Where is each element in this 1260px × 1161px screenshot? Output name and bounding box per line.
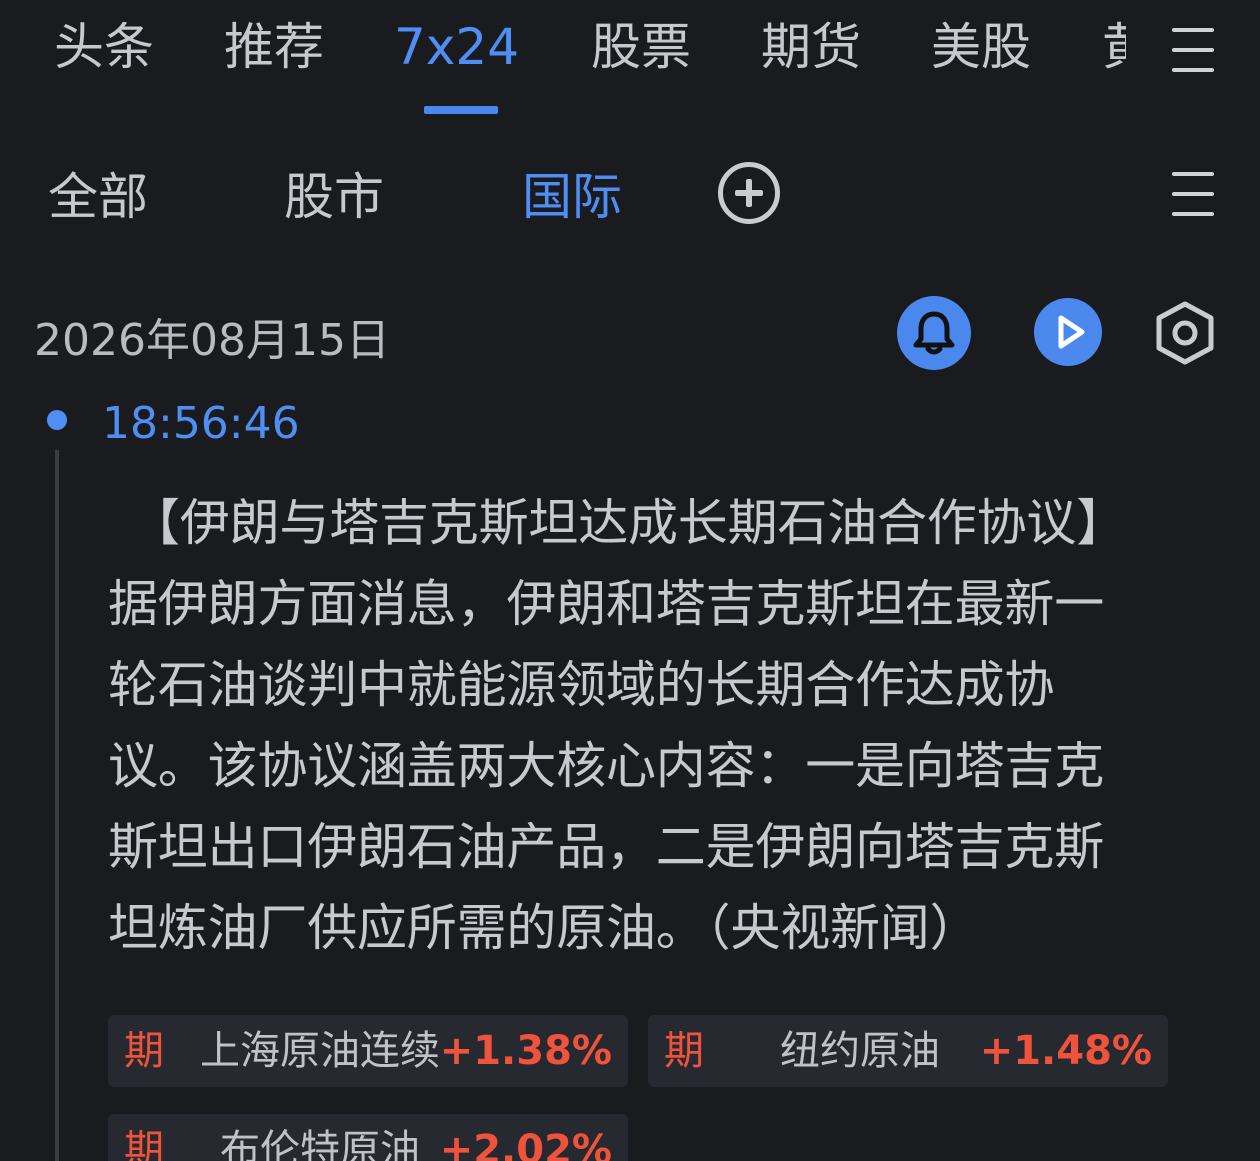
subtab-international[interactable]: 国际 [522, 164, 622, 230]
timeline-line [55, 450, 59, 1161]
news-body-line: 坦炼油厂供应所需的原油。（央视新闻） [108, 899, 980, 957]
feed-time: 18:56:46 [102, 398, 300, 449]
top-tab-bar: 头条 推荐 7x24 股票 期货 美股 黄 [0, 0, 1260, 125]
futures-badge: 期 [124, 1028, 164, 1074]
futures-badge: 期 [124, 1127, 164, 1161]
active-tab-indicator [424, 106, 498, 114]
bell-icon [913, 311, 955, 355]
tab-headlines[interactable]: 头条 [54, 14, 154, 80]
hexagon-settings-icon[interactable] [1154, 300, 1216, 366]
quote-name: 布伦特原油 [220, 1127, 420, 1161]
subtab-all[interactable]: 全部 [48, 164, 148, 230]
add-circle-icon[interactable] [718, 162, 780, 224]
play-icon [1058, 315, 1085, 349]
menu-icon[interactable] [1172, 170, 1214, 218]
quote-tag-shanghai-crude[interactable]: 期 上海原油连续 +1.38% [108, 1015, 628, 1087]
menu-icon[interactable] [1172, 26, 1214, 74]
quote-tag-brent-crude[interactable]: 期 布伦特原油 +2.02% [108, 1114, 628, 1161]
tab-futures[interactable]: 期货 [761, 14, 861, 80]
feed-date: 2026年08月15日 [34, 315, 390, 366]
news-body-line: 据伊朗方面消息，伊朗和塔吉克斯坦在最新一 [108, 575, 1104, 633]
news-body-line: 轮石油谈判中就能源领域的长期合作达成协 [108, 656, 1055, 714]
tab-gold-partial[interactable]: 黄 [1102, 14, 1126, 80]
tab-recommended[interactable]: 推荐 [224, 14, 324, 80]
news-body-line: 议。该协议涵盖两大核心内容：一是向塔吉克 [108, 737, 1104, 795]
futures-badge: 期 [664, 1028, 704, 1074]
quote-tag-nymex-crude[interactable]: 期 纽约原油 +1.48% [648, 1015, 1168, 1087]
tab-stocks[interactable]: 股票 [591, 14, 691, 80]
quote-change: +1.38% [439, 1028, 612, 1074]
tab-7x24[interactable]: 7x24 [394, 14, 519, 80]
tab-us-stocks[interactable]: 美股 [931, 14, 1031, 80]
play-button[interactable] [1034, 298, 1102, 366]
news-body-line: 斯坦出口伊朗石油产品，二是伊朗向塔吉克斯 [108, 818, 1104, 876]
news-article[interactable]: 【伊朗与塔吉克斯坦达成长期石油合作协议】 据伊朗方面消息，伊朗和塔吉克斯坦在最新… [108, 483, 1198, 969]
news-title: 【伊朗与塔吉克斯坦达成长期石油合作协议】 [130, 494, 1126, 552]
quote-name: 纽约原油 [780, 1028, 940, 1074]
subtab-stock-market[interactable]: 股市 [284, 164, 384, 230]
timeline-dot [47, 410, 67, 430]
bell-button[interactable] [897, 296, 971, 370]
quote-change: +1.48% [979, 1028, 1152, 1074]
sub-tab-bar: 全部 股市 国际 [0, 140, 1260, 250]
quote-name: 上海原油连续 [200, 1028, 440, 1074]
quote-change: +2.02% [439, 1127, 612, 1161]
